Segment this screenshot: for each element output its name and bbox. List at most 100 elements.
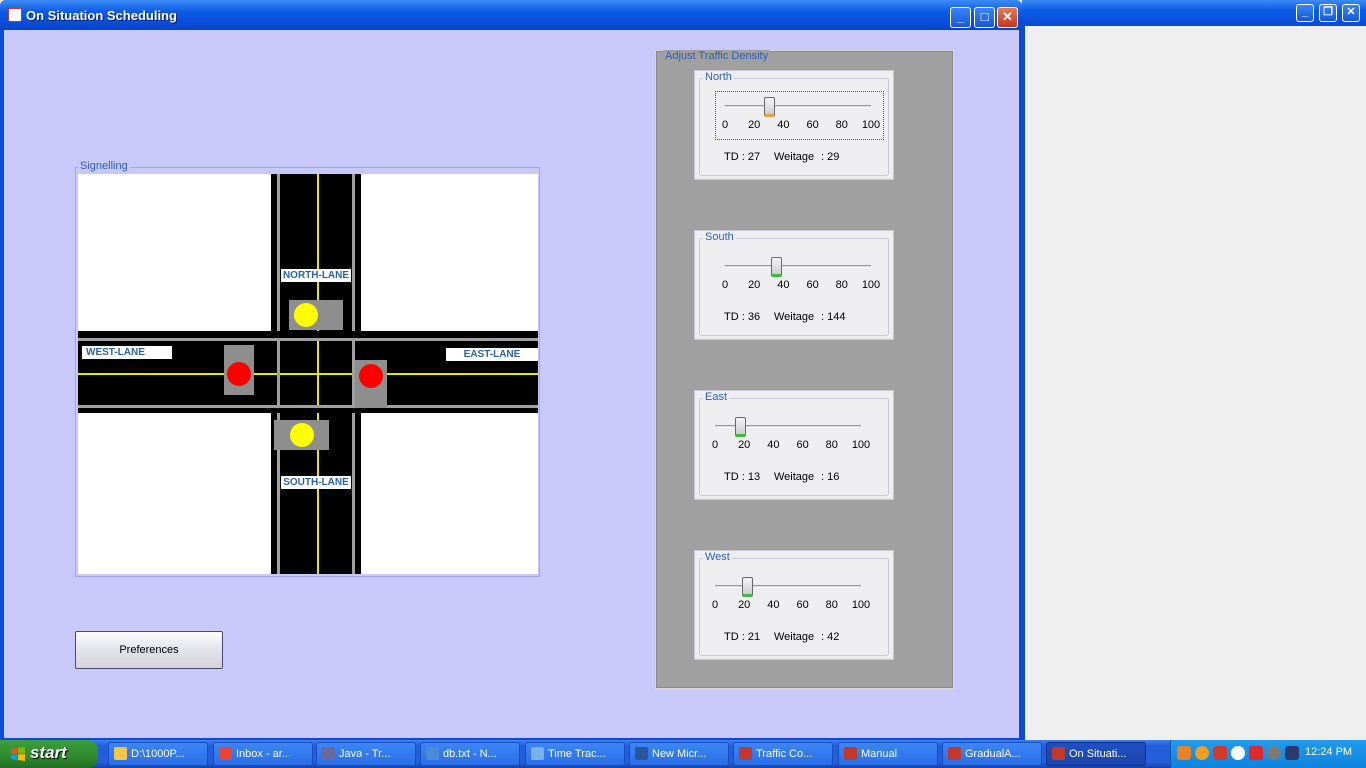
north-signal [289, 300, 343, 330]
taskbar-item[interactable]: On Situati... [1046, 742, 1146, 766]
signalling-legend: Signelling [78, 160, 130, 172]
update-tray-icon[interactable] [1195, 746, 1209, 760]
taskbar-item[interactable]: New Micr... [629, 742, 729, 766]
taskbar-app-icon [844, 747, 857, 760]
intersection-center [277, 338, 355, 408]
slider-tick-label: 20 [738, 439, 751, 451]
slider-thumb[interactable] [763, 97, 775, 117]
slider-tick-label: 100 [861, 119, 881, 131]
slider-tick-label: 0 [711, 439, 719, 451]
slider-tick-label: 40 [777, 119, 790, 131]
taskbar-item-label: On Situati... [1069, 748, 1127, 760]
background-window: _ ❐ ✕ [1022, 0, 1366, 740]
settings-tray-icon[interactable] [1267, 746, 1281, 760]
density-card-north: North 0 20 40 60 80 100 TD : 27 Weitage: 29 [694, 70, 894, 180]
close-button[interactable]: ✕ [997, 7, 1018, 28]
bg-minimize-button[interactable]: _ [1296, 4, 1314, 22]
north-lane-label: NORTH-LANE [281, 269, 351, 282]
minimize-button[interactable]: _ [950, 7, 971, 28]
preferences-button[interactable]: Preferences [75, 631, 223, 669]
slider-tick-label: 100 [851, 439, 871, 451]
bg-close-button[interactable]: ✕ [1342, 4, 1360, 22]
taskbar-item-label: New Micr... [652, 748, 707, 760]
density-slider-west[interactable] [715, 585, 861, 588]
taskbar-item[interactable]: Manual [838, 742, 938, 766]
weightage-value: : 29 [821, 151, 840, 163]
display-tray-icon[interactable] [1285, 746, 1299, 760]
slider-tick-label: 0 [721, 119, 729, 131]
slider-thumb[interactable] [734, 417, 746, 437]
java-tray-icon[interactable] [1177, 746, 1191, 760]
windows-logo-icon [11, 747, 25, 761]
slider-thumb[interactable] [771, 257, 783, 277]
taskbar-item-label: Inbox - ar... [236, 748, 292, 760]
intersection-canvas: NORTH-LANE SOUTH-LANE WEST-LANE EAST-LAN… [78, 174, 538, 574]
east-signal-light [359, 364, 383, 388]
taskbar-item-label: D:\1000P... [131, 748, 185, 760]
taskbar-item[interactable]: Traffic Co... [733, 742, 833, 766]
density-card-title: South [703, 231, 736, 243]
density-card-east: East 0 20 40 60 80 100 TD : 13 Weitage: 16 [694, 390, 894, 500]
west-signal [224, 345, 254, 395]
taskbar-item[interactable]: D:\1000P... [108, 742, 208, 766]
taskbar-item-label: Manual [861, 748, 898, 760]
slider-tick-label: 0 [711, 599, 719, 611]
slider-tick-label: 40 [767, 599, 780, 611]
south-signal [274, 420, 329, 450]
taskbar-app-icon [635, 747, 648, 760]
taskbar-app-icon [1052, 747, 1065, 760]
slider-tick-label: 20 [748, 279, 761, 291]
slider-tick-label: 100 [851, 599, 871, 611]
taskbar-item-label: Time Trac... [548, 748, 606, 760]
taskbar-item-label: db.txt - N... [443, 748, 497, 760]
taskbar-item-label: Java - Tr... [339, 748, 391, 760]
north-signal-light [294, 303, 318, 327]
slider-tick-label: 80 [835, 279, 848, 291]
taskbar-app-icon [426, 747, 439, 760]
slider-tick-label: 80 [835, 119, 848, 131]
maximize-button[interactable]: □ [974, 7, 995, 28]
slider-tick-label: 80 [825, 439, 838, 451]
density-card-title: East [703, 391, 730, 403]
volume-tray-icon[interactable] [1213, 746, 1227, 760]
network-tray-icon[interactable] [1231, 746, 1245, 760]
density-card-title: West [703, 551, 732, 563]
density-slider-south[interactable] [725, 265, 871, 268]
bg-restore-button[interactable]: ❐ [1319, 4, 1337, 22]
slider-tick-label: 20 [738, 599, 751, 611]
taskbar-item-label: GradualA... [965, 748, 1021, 760]
slider-thumb[interactable] [742, 577, 754, 597]
java-app-icon [8, 8, 22, 22]
density-card-west: West 0 20 40 60 80 100 TD : 21 Weitage: 42 [694, 550, 894, 660]
background-window-titlebar[interactable]: _ ❐ ✕ [1022, 0, 1366, 26]
weightage-label: Weitage [774, 151, 815, 163]
traffic-density-value: TD : 36 [724, 311, 761, 323]
taskbar-app-icon [114, 747, 127, 760]
weightage-label: Weitage [774, 471, 815, 483]
traffic-density-legend: Adjust Traffic Density [663, 50, 771, 62]
taskbar-item[interactable]: Time Trac... [525, 742, 625, 766]
title-bar[interactable]: On Situation Scheduling _ □ ✕ [0, 0, 1022, 30]
taskbar-item[interactable]: Java - Tr... [316, 742, 416, 766]
traffic-density-value: TD : 13 [724, 471, 761, 483]
west-signal-light [227, 362, 251, 386]
taskbar-item[interactable]: db.txt - N... [420, 742, 520, 766]
taskbar-app-icon [531, 747, 544, 760]
taskbar-item-label: Traffic Co... [756, 748, 813, 760]
taskbar-app-icon [219, 747, 232, 760]
weightage-label: Weitage [774, 631, 815, 643]
east-lane-label: EAST-LANE [446, 348, 538, 361]
taskbar-item[interactable]: GradualA... [942, 742, 1042, 766]
density-slider-north[interactable] [725, 105, 871, 108]
taskbar-app-icon [948, 747, 961, 760]
taskbar-app-icon [322, 747, 335, 760]
traffic-density-value: TD : 27 [724, 151, 761, 163]
slider-tick-label: 20 [748, 119, 761, 131]
taskbar-item[interactable]: Inbox - ar... [213, 742, 313, 766]
weightage-label: Weitage [774, 311, 815, 323]
slider-tick-label: 80 [825, 599, 838, 611]
security-tray-icon[interactable] [1249, 746, 1263, 760]
slider-tick-label: 0 [721, 279, 729, 291]
traffic-density-value: TD : 21 [724, 631, 761, 643]
density-card-title: North [703, 71, 734, 83]
